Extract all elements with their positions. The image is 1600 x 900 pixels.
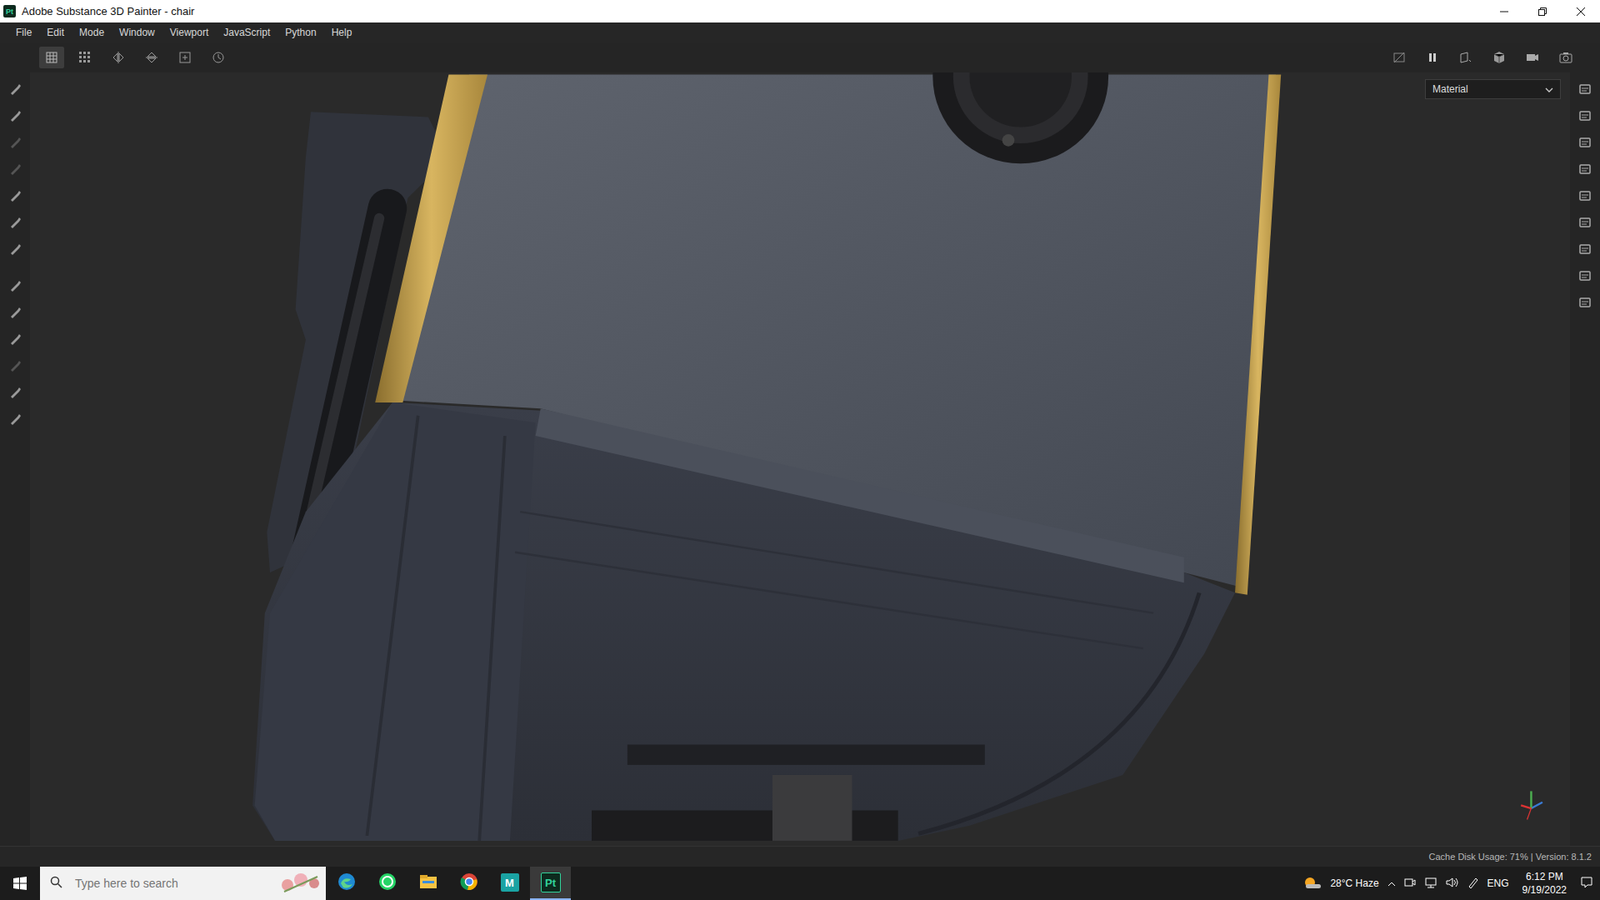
export-icon[interactable]	[5, 275, 25, 296]
search-icon	[50, 875, 64, 892]
weather-icon	[1303, 875, 1322, 893]
texture-set-icon[interactable]	[5, 409, 25, 430]
shelf-icon[interactable]	[1575, 239, 1595, 260]
menu-item[interactable]: Viewport	[162, 26, 216, 39]
chevron-up-icon[interactable]	[1387, 877, 1396, 890]
taskbar-app[interactable]	[325, 866, 367, 900]
menu-item[interactable]: Window	[111, 26, 163, 39]
eraser-icon[interactable]	[5, 105, 25, 126]
layers-icon[interactable]	[5, 329, 25, 350]
history-icon[interactable]	[205, 46, 231, 69]
hide-icon[interactable]	[1386, 46, 1412, 69]
toolbar-right	[1386, 46, 1579, 69]
notifications-icon[interactable]	[1580, 875, 1594, 892]
whatsapp-icon	[377, 871, 398, 895]
chrome-icon	[459, 871, 480, 895]
clock-date: 9/19/2022	[1522, 883, 1567, 897]
menu-item[interactable]: Python	[277, 26, 324, 39]
viewport-mode-dropdown[interactable]: Material	[1425, 79, 1561, 100]
tiles-icon[interactable]	[72, 46, 98, 69]
screenshot-icon[interactable]	[1553, 46, 1579, 69]
view-icon[interactable]	[1453, 46, 1479, 69]
file-explorer-icon	[418, 871, 439, 895]
cube-icon[interactable]	[1486, 46, 1512, 69]
status-bar: Cache Disk Usage: 71% | Version: 8.1.2	[0, 845, 1600, 867]
menu-item[interactable]: Edit	[39, 26, 72, 39]
taskbar: M Pt 28°C Haze ENG 6:12 PM9/19/2022	[0, 866, 1600, 900]
geometry-fill-icon[interactable]	[5, 159, 25, 180]
app-badge-icon: M	[500, 873, 520, 892]
weather-text[interactable]: 28°C Haze	[1330, 877, 1379, 890]
paint-bucket-icon[interactable]	[5, 382, 25, 403]
system-tray: 28°C Haze ENG 6:12 PM9/19/2022	[570, 866, 1600, 900]
network-icon[interactable]	[1424, 876, 1438, 891]
3d-viewport[interactable]: Material	[30, 72, 1570, 846]
minimize-icon[interactable]	[1485, 0, 1524, 23]
axis-gizmo-icon	[1520, 790, 1543, 820]
close-icon[interactable]	[1561, 0, 1600, 23]
main-area: Material	[0, 72, 1600, 846]
taskbar-search[interactable]	[40, 866, 326, 900]
chair-model-render[interactable]	[30, 72, 1570, 846]
volume-icon[interactable]	[1445, 876, 1460, 891]
meet-now-icon[interactable]	[1404, 876, 1416, 891]
taskbar-app[interactable]: M	[489, 866, 530, 900]
panel-column	[1570, 72, 1600, 846]
bake-icon[interactable]	[5, 302, 25, 323]
menu-item[interactable]: Mode	[71, 26, 112, 39]
input-language[interactable]: ENG	[1487, 877, 1510, 890]
clock[interactable]: 6:12 PM9/19/2022	[1517, 870, 1572, 897]
chevron-down-icon	[1545, 83, 1554, 95]
grid-icon[interactable]	[39, 46, 65, 69]
measure-icon[interactable]	[5, 355, 25, 376]
add-frame-icon[interactable]	[172, 46, 198, 69]
menu-bar: FileEditModeWindowViewportJavaScriptPyth…	[0, 22, 1600, 43]
camera-icon[interactable]	[1520, 46, 1545, 69]
window-controls	[1485, 0, 1600, 23]
menu-item[interactable]: Help	[324, 26, 360, 39]
window-title: Adobe Substance 3D Painter - chair	[21, 5, 1485, 18]
mirror-x-icon[interactable]	[105, 46, 131, 69]
toolbar-left	[39, 46, 231, 69]
cache-status: Cache Disk Usage: 71% | Version: 8.1.2	[1429, 851, 1592, 862]
pen-icon[interactable]	[1467, 876, 1480, 891]
app-badge-icon: Pt	[540, 872, 561, 893]
layers-panel-icon[interactable]	[1575, 79, 1595, 100]
pause-icon[interactable]	[1420, 46, 1445, 69]
tool-column	[0, 72, 30, 846]
log-icon[interactable]	[1575, 292, 1595, 313]
display-icon[interactable]	[1575, 185, 1595, 206]
taskbar-apps: M Pt	[325, 866, 571, 900]
taskbar-app[interactable]	[448, 866, 490, 900]
clock-time: 6:12 PM	[1525, 870, 1564, 884]
menu-item[interactable]: JavaScript	[215, 26, 278, 39]
properties-icon[interactable]	[1575, 159, 1595, 180]
toolbar	[0, 42, 1600, 73]
brush-icon[interactable]	[5, 79, 25, 100]
picker-icon[interactable]	[5, 239, 25, 260]
restore-icon[interactable]	[1523, 0, 1562, 23]
search-highlight-icon	[275, 870, 326, 898]
stack-icon[interactable]	[1575, 132, 1595, 153]
smudge-icon[interactable]	[5, 185, 25, 206]
search-input[interactable]	[73, 875, 266, 891]
clone-icon[interactable]	[5, 212, 25, 233]
title-bar: Pt Adobe Substance 3D Painter - chair	[0, 0, 1600, 23]
windows-start-icon[interactable]	[0, 866, 40, 900]
taskbar-app[interactable]	[407, 866, 449, 900]
edge-icon	[336, 871, 357, 895]
app-logo-icon: Pt	[3, 5, 16, 18]
projection-icon[interactable]	[5, 132, 25, 153]
mirror-y-icon[interactable]	[139, 46, 165, 69]
history-icon[interactable]	[1575, 265, 1595, 286]
taskbar-app[interactable]: Pt	[530, 866, 571, 900]
menu-item[interactable]: File	[8, 26, 40, 39]
taskbar-app[interactable]	[366, 866, 408, 900]
shader-icon[interactable]	[1575, 212, 1595, 233]
dropdown-value: Material	[1432, 83, 1469, 95]
texture-set-icon[interactable]	[1575, 105, 1595, 126]
